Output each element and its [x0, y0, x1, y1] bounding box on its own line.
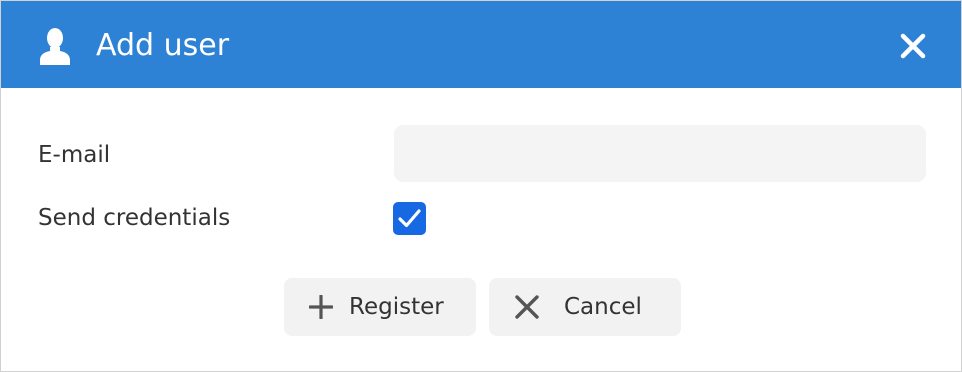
- register-button[interactable]: Register: [284, 278, 476, 336]
- dialog-header: Add user: [1, 1, 961, 88]
- checkmark-icon: [398, 209, 421, 228]
- register-button-label: Register: [349, 294, 444, 320]
- send-credentials-checkbox[interactable]: [393, 202, 426, 235]
- send-credentials-label: Send credentials: [38, 205, 231, 231]
- add-user-dialog: Add user E-mail Send credentials Registe…: [0, 0, 962, 372]
- dialog-title: Add user: [96, 28, 230, 63]
- close-icon[interactable]: [899, 32, 927, 60]
- cancel-button[interactable]: Cancel: [489, 278, 681, 336]
- email-field[interactable]: [394, 125, 926, 182]
- plus-icon: [309, 295, 333, 319]
- x-icon: [515, 295, 539, 319]
- user-icon: [40, 28, 70, 65]
- email-label: E-mail: [38, 142, 111, 168]
- cancel-button-label: Cancel: [564, 294, 642, 320]
